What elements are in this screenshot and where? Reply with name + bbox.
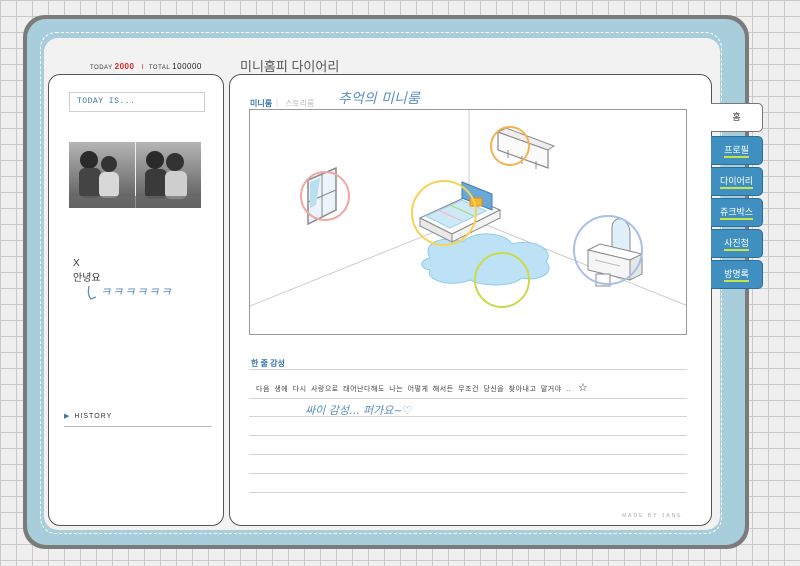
counter-separator: I bbox=[141, 64, 144, 71]
menu-tab-label: 쥬크박스 bbox=[719, 207, 754, 220]
history-link[interactable]: ▶ HISTORY bbox=[64, 412, 212, 427]
profile-photo-image bbox=[69, 142, 201, 208]
handwritten-reply: 싸이 감성... 퍼가요~♡ bbox=[305, 404, 413, 417]
today-label: TODAY bbox=[90, 65, 113, 71]
page-title: 미니홈피 다이어리 bbox=[240, 59, 340, 74]
triangle-right-icon: ▶ bbox=[64, 413, 71, 420]
miniroom-illustration bbox=[250, 110, 686, 308]
today-count: 2000 bbox=[114, 62, 135, 71]
menu-tab-label: 방명록 bbox=[724, 269, 749, 282]
menu-tab-jukebox[interactable]: 쥬크박스 bbox=[711, 198, 763, 227]
diary-line-rule bbox=[249, 473, 687, 474]
menu-tab-home[interactable]: 홈 bbox=[711, 103, 763, 132]
menu-tab-guestbook[interactable]: 방명록 bbox=[711, 260, 763, 289]
menu-tab-profile[interactable]: 프로필 bbox=[711, 136, 763, 165]
total-count: 100000 bbox=[172, 62, 202, 71]
handwritten-hook-mark bbox=[87, 285, 97, 300]
diary-line-rule bbox=[249, 454, 687, 455]
menu-tab-label: 다이어리 bbox=[719, 176, 754, 189]
star-icon: ☆ bbox=[578, 382, 588, 394]
menu-tab-label: 사진첩 bbox=[724, 238, 749, 251]
today-is-box: TODAY IS... bbox=[69, 92, 205, 112]
diary-line-rule bbox=[249, 398, 687, 399]
total-label: TOTAL bbox=[148, 65, 171, 71]
section-title: 한 줄 감성 bbox=[251, 359, 285, 368]
menu-tab-label: 프로필 bbox=[724, 145, 749, 158]
profile-line: X bbox=[73, 258, 80, 269]
tab-storyroom[interactable]: 스토리룸 bbox=[285, 98, 314, 109]
profile-line: 안녕요 bbox=[73, 273, 101, 284]
visit-counter: TODAY 2000 I TOTAL 100000 bbox=[90, 62, 202, 71]
handwritten-title: 추억의 미니룸 bbox=[338, 91, 420, 107]
diary-entry-text: 다음 생에 다시 사랑으로 태어난다해도 나는 어떻게 해서든 무조건 당신을 … bbox=[256, 386, 572, 393]
diary-line-rule bbox=[249, 435, 687, 436]
tab-miniroom[interactable]: 미니룸 bbox=[250, 98, 272, 109]
profile-message: X 안녕요 bbox=[73, 256, 101, 286]
made-by-credit: MADE BY JANE bbox=[622, 513, 683, 519]
diary-line-rule bbox=[249, 369, 687, 370]
menu-tab-diary[interactable]: 다이어리 bbox=[711, 167, 763, 196]
menu-tab-label: 홈 bbox=[732, 112, 741, 122]
menu-tab-photos[interactable]: 사진첩 bbox=[711, 229, 763, 258]
handwritten-laugh: ㅋㅋㅋㅋㅋㅋ bbox=[100, 285, 173, 299]
tab-separator: | bbox=[276, 98, 279, 107]
miniroom-canvas[interactable] bbox=[249, 109, 687, 335]
diary-line-rule bbox=[249, 492, 687, 493]
history-label: HISTORY bbox=[74, 413, 113, 420]
profile-photo[interactable] bbox=[69, 142, 201, 208]
